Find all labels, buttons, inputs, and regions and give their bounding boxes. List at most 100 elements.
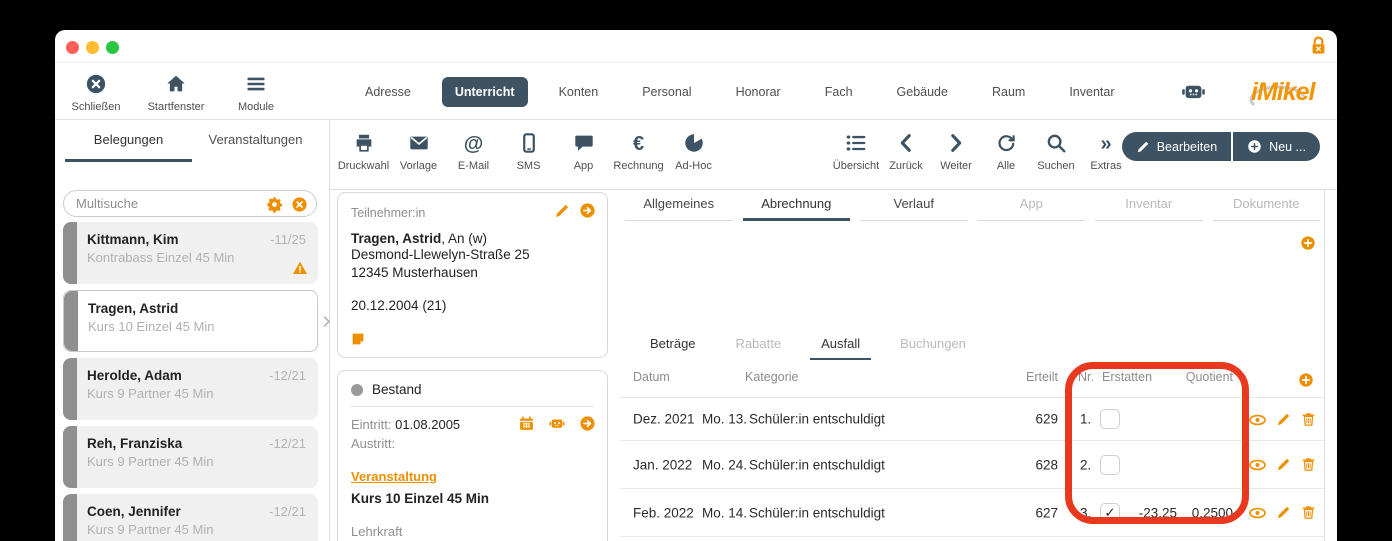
new-button[interactable]: Neu ... [1233, 132, 1320, 161]
tool-app[interactable]: App [556, 130, 611, 174]
nav-inventar[interactable]: Inventar [1056, 77, 1127, 107]
action-buttons: Bearbeiten Neu ... [1122, 132, 1320, 161]
item-subtitle: Kurs 9 Partner 45 Min [87, 522, 306, 537]
trash-icon[interactable] [1301, 411, 1316, 427]
cell-kategorie: Schüler:in entschuldigt [749, 412, 885, 427]
tab-app: App [978, 196, 1086, 221]
envelope-icon [391, 130, 446, 156]
item-name: Coen, Jennifer [87, 504, 181, 519]
speech-bubble-icon [556, 130, 611, 156]
pencil-icon[interactable] [554, 202, 570, 220]
erstatten-checkbox[interactable] [1100, 409, 1120, 429]
table-row[interactable]: Feb. 2022 Mo. 14. Schüler:in entschuldig… [620, 488, 1325, 536]
nav-adresse[interactable]: Adresse [352, 77, 424, 107]
trash-icon[interactable] [1301, 457, 1316, 473]
participant-name: Tragen, Astrid [351, 231, 441, 246]
pencil-icon[interactable] [1276, 411, 1291, 427]
item-left-bar [63, 222, 77, 284]
cell-nr: 3. [1080, 505, 1091, 520]
table-row[interactable]: Jan. 2022 Mo. 24. Schüler:in entschuldig… [620, 440, 1325, 488]
gear-icon[interactable] [266, 196, 283, 214]
search-input[interactable] [76, 193, 236, 214]
eye-icon[interactable] [1249, 505, 1266, 520]
table-row[interactable]: Dez. 2021 Mo. 13. Schüler:in entschuldig… [620, 397, 1325, 440]
tab-abrechnung[interactable]: Abrechnung [743, 196, 851, 221]
list-item-tragen-selected[interactable]: Tragen, Astrid Kurs 10 Einzel 45 Min [63, 290, 318, 352]
start-window-button[interactable]: Startfenster [136, 73, 216, 115]
list-item-coen[interactable]: Coen, Jennifer-12/21 Kurs 9 Partner 45 M… [63, 494, 318, 541]
participant-card-label: Teilnehmer:in [351, 206, 425, 220]
nav-honorar[interactable]: Honorar [723, 77, 794, 107]
arrow-circle-icon[interactable] [579, 415, 596, 433]
nav-personal[interactable]: Personal [629, 77, 704, 107]
tool-vorlage[interactable]: Vorlage [391, 130, 446, 174]
subtab-betraege[interactable]: Beträge [650, 336, 696, 360]
tab-allgemeines[interactable]: Allgemeines [625, 196, 733, 221]
tool-uebersicht[interactable]: Übersicht [831, 130, 881, 174]
pencil-icon[interactable] [1276, 457, 1291, 473]
nav-unterricht[interactable]: Unterricht [442, 77, 528, 107]
robot-icon[interactable] [548, 415, 566, 433]
tool-rechnung[interactable]: €Rechnung [611, 130, 666, 174]
edit-button[interactable]: Bearbeiten [1122, 132, 1231, 161]
col-datum: Datum [633, 370, 670, 384]
participant-name-suffix: , An (w) [441, 231, 487, 246]
tool-suchen[interactable]: Suchen [1031, 130, 1081, 174]
tool-email[interactable]: @E-Mail [446, 130, 501, 174]
calendar-icon[interactable] [518, 415, 535, 433]
trash-icon[interactable] [1301, 505, 1316, 521]
tab-veranstaltungen[interactable]: Veranstaltungen [192, 132, 319, 147]
tool-zurueck[interactable]: Zurück [881, 130, 931, 174]
sidebar: Belegungen Veranstaltungen Kittmann, Kim… [55, 120, 330, 541]
cell-nr: 2. [1080, 457, 1091, 472]
nav-konten[interactable]: Konten [546, 77, 612, 107]
list-item-herolde[interactable]: Herolde, Adam-12/21 Kurs 9 Partner 45 Mi… [63, 358, 318, 420]
list-item-reh[interactable]: Reh, Franziska-12/21 Kurs 9 Partner 45 M… [63, 426, 318, 488]
cell-datum: Dez. 2021 [633, 412, 695, 427]
modules-button[interactable]: Module [216, 73, 296, 115]
list-item-kittmann[interactable]: Kittmann, Kim-11/25 Kontrabass Einzel 45… [63, 222, 318, 284]
list-icon [831, 130, 881, 156]
veranstaltung-link[interactable]: Veranstaltung [351, 469, 437, 484]
minimize-window-button[interactable] [86, 41, 99, 54]
tool-druckwahl[interactable]: Druckwahl [336, 130, 391, 174]
tool-alle[interactable]: Alle [981, 130, 1031, 174]
close-circle-icon [56, 73, 136, 97]
add-icon[interactable] [1300, 234, 1316, 252]
item-badge: -12/21 [269, 368, 306, 383]
tool-sms[interactable]: SMS [501, 130, 556, 174]
item-name: Herolde, Adam [87, 368, 182, 383]
close-window-button[interactable] [66, 41, 79, 54]
subtab-ausfall[interactable]: Ausfall [810, 336, 871, 360]
add-row-icon[interactable] [1298, 371, 1314, 389]
student-list: Kittmann, Kim-11/25 Kontrabass Einzel 45… [55, 222, 329, 541]
nav-fach[interactable]: Fach [812, 77, 866, 107]
robot-assistant-icon[interactable] [1180, 79, 1207, 106]
close-module-label: Schließen [72, 101, 121, 113]
clear-search-icon[interactable] [291, 196, 308, 214]
tool-weiter[interactable]: Weiter [931, 130, 981, 174]
nav-gebaeude[interactable]: Gebäude [884, 77, 961, 107]
zoom-window-button[interactable] [106, 41, 119, 54]
nav-raum[interactable]: Raum [979, 77, 1038, 107]
arrow-circle-icon[interactable] [579, 202, 596, 220]
close-module-button[interactable]: Schließen [56, 73, 136, 115]
erstatten-checkbox[interactable] [1100, 455, 1120, 475]
tool-adhoc[interactable]: Ad-Hoc [666, 130, 721, 174]
tab-verlauf[interactable]: Verlauf [860, 196, 968, 221]
detail-tabs: Allgemeines Abrechnung Verlauf App Inven… [620, 196, 1325, 221]
note-icon[interactable] [350, 330, 366, 348]
eintritt-value: 01.08.2005 [395, 417, 460, 432]
eintritt-label: Eintritt: [351, 417, 391, 432]
pie-icon [666, 130, 721, 156]
tab-dokumente: Dokumente [1213, 196, 1321, 221]
cell-erstatten: -23,25 [1115, 505, 1177, 520]
eye-icon[interactable] [1249, 457, 1266, 472]
cell-datum: Feb. 2022 [633, 505, 694, 520]
pencil-icon [1136, 139, 1150, 154]
item-name: Reh, Franziska [87, 436, 182, 451]
tab-belegungen[interactable]: Belegungen [65, 132, 192, 162]
pencil-icon[interactable] [1276, 505, 1291, 521]
eye-icon[interactable] [1249, 412, 1266, 427]
status-dot-icon [351, 384, 363, 396]
